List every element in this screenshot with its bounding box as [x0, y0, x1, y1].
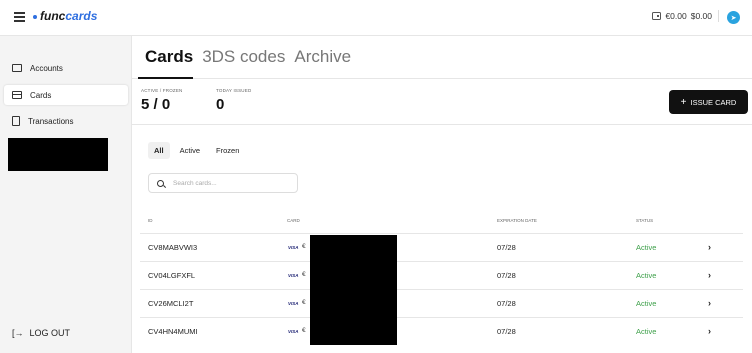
balance-divider — [718, 10, 719, 22]
stat-label: ACTIVE / FROZEN — [141, 88, 183, 93]
issue-card-button[interactable]: + ISSUE CARD — [669, 90, 748, 114]
row-divider — [140, 317, 743, 318]
stat-today-issued: TODAY ISSUED 0 — [216, 88, 251, 113]
logout-label: LOG OUT — [29, 328, 71, 338]
expiration-date: 07/28 — [497, 271, 516, 280]
tabs-divider — [132, 78, 752, 79]
expiration-date: 07/28 — [497, 299, 516, 308]
column-header-status: STATUS — [636, 218, 654, 223]
card-id: CV04LGFXFL — [148, 271, 196, 280]
balance-usd: $0.00 — [690, 11, 712, 21]
card-currency: € — [302, 299, 306, 306]
balances: €0.00 $0.00 — [652, 10, 719, 22]
stat-value: 5 / 0 — [141, 96, 171, 113]
visa-logo: VISA — [288, 329, 299, 334]
expiration-date: 07/28 — [497, 243, 516, 252]
card-id: CV26MCLI2T — [148, 299, 194, 308]
active-tab-indicator — [138, 77, 193, 79]
stat-active-frozen: ACTIVE / FROZEN 5 / 0 — [141, 88, 183, 113]
visa-logo: VISA — [288, 245, 299, 250]
issue-card-label: ISSUE CARD — [690, 97, 737, 107]
card-id: CV4HN4MUMI — [148, 327, 198, 336]
wallet-icon — [652, 12, 662, 20]
logo[interactable]: funccards — [33, 9, 97, 23]
sidebar: Accounts Cards Transactions [→ LOG OUT — [0, 36, 132, 353]
status-badge: Active — [636, 327, 657, 336]
column-header-card: CARD — [287, 218, 300, 223]
search-box — [148, 173, 298, 193]
status-badge: Active — [636, 271, 657, 280]
status-badge: Active — [636, 243, 657, 252]
tab-archive[interactable]: Archive — [294, 47, 351, 67]
logo-prefix: func — [40, 9, 66, 23]
row-divider — [140, 261, 743, 262]
telegram-icon[interactable]: ➤ — [727, 11, 740, 24]
logout-button[interactable]: [→ LOG OUT — [12, 328, 70, 338]
transactions-icon — [12, 116, 20, 126]
row-divider — [140, 289, 743, 290]
search-icon — [157, 179, 164, 187]
sidebar-item-label: Accounts — [30, 63, 63, 73]
card-currency: € — [302, 327, 306, 334]
logo-suffix: cards — [65, 9, 98, 23]
sidebar-item-cards[interactable]: Cards — [4, 85, 128, 105]
tab-cards[interactable]: Cards — [145, 47, 193, 67]
filter-frozen[interactable]: Frozen — [210, 142, 245, 159]
sidebar-item-label: Transactions — [28, 116, 74, 126]
search-input[interactable] — [173, 179, 288, 187]
balance-eur: €0.00 — [665, 11, 687, 21]
row-divider — [140, 233, 743, 234]
tab-3ds-codes[interactable]: 3DS codes — [202, 47, 285, 67]
sidebar-item-transactions[interactable]: Transactions — [4, 111, 128, 131]
redacted-block — [8, 138, 108, 171]
chevron-right-icon[interactable]: › — [708, 298, 711, 308]
chevron-right-icon[interactable]: › — [708, 270, 711, 280]
stat-value: 0 — [216, 96, 225, 113]
filter-active[interactable]: Active — [174, 142, 206, 159]
redacted-card-numbers — [310, 235, 397, 345]
status-badge: Active — [636, 299, 657, 308]
tab-bar: Cards 3DS codes Archive — [145, 47, 360, 67]
status-filters: All Active Frozen — [148, 142, 249, 159]
stats-divider — [132, 124, 752, 125]
chevron-right-icon[interactable]: › — [708, 242, 711, 252]
chevron-right-icon[interactable]: › — [708, 326, 711, 336]
filter-all[interactable]: All — [148, 142, 170, 159]
plus-icon: + — [680, 96, 687, 108]
visa-logo: VISA — [288, 273, 299, 278]
logo-dot — [33, 14, 37, 19]
visa-logo: VISA — [288, 301, 299, 306]
card-icon — [12, 91, 22, 99]
sidebar-item-label: Cards — [30, 90, 52, 100]
expiration-date: 07/28 — [497, 327, 516, 336]
card-currency: € — [302, 243, 306, 250]
column-header-expiration: EXPIRATION DATE — [497, 218, 537, 223]
card-currency: € — [302, 271, 306, 278]
card-id: CV8MABVWI3 — [148, 243, 198, 252]
top-bar: funccards €0.00 $0.00 ➤ — [0, 0, 752, 36]
column-header-id: ID — [148, 218, 153, 223]
stat-label: TODAY ISSUED — [216, 88, 252, 93]
accounts-icon — [12, 64, 22, 72]
sidebar-item-accounts[interactable]: Accounts — [4, 58, 128, 78]
logout-icon: [→ — [12, 328, 24, 338]
hamburger-icon[interactable] — [14, 12, 25, 22]
